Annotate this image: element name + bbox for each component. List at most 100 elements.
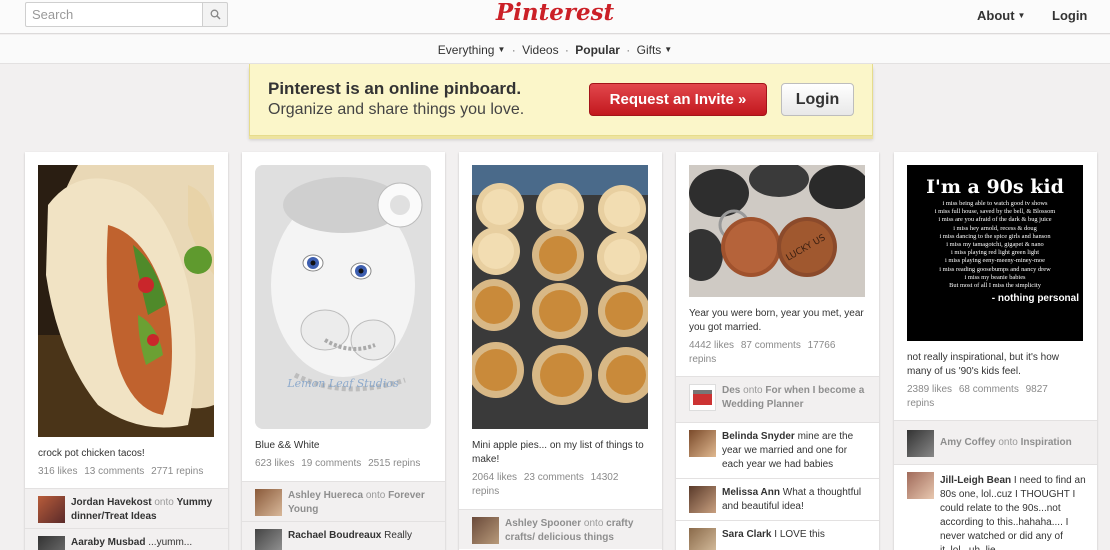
pinterest-logo[interactable]: Pinterest	[496, 0, 614, 26]
pin-stats: 316 likes 13 comments 2771 repins	[38, 465, 216, 479]
user-name[interactable]: Jill-Leigh Bean	[940, 475, 1011, 486]
avatar[interactable]	[689, 430, 716, 457]
comments-count[interactable]: 13 comments	[84, 466, 144, 477]
pin-stats: 2064 likes 23 comments 14302 repins	[472, 471, 622, 499]
pin-activity: Ashley Huereca onto Forever Young Rachae…	[242, 481, 445, 550]
top-header: Pinterest About▼ Login	[0, 0, 1110, 34]
pin-card[interactable]: Mini apple pies... on my list of things …	[459, 152, 662, 550]
avatar[interactable]	[689, 528, 716, 550]
activity-row: Jill-Leigh Bean I need to find an 80s on…	[894, 464, 1097, 550]
nav-popular[interactable]: Popular	[575, 43, 620, 57]
onto-label: onto	[998, 437, 1018, 448]
comments-count[interactable]: 68 comments	[959, 384, 1019, 395]
pin-activity: Ashley Spooner onto crafty crafts/ delic…	[459, 509, 662, 549]
image-watermark: Lemon Leaf Studios	[286, 377, 399, 390]
activity-row: Ashley Spooner onto crafty crafts/ delic…	[459, 509, 662, 549]
pin-card[interactable]: Lemon Leaf Studios Blue && White 623 lik…	[242, 152, 445, 550]
activity-row: Jordan Havekost onto Yummy dinner/Treat …	[25, 488, 228, 528]
activity-row: Rachael Boudreaux Really	[242, 521, 445, 550]
pin-image[interactable]: I'm a 90s kid i miss being able to watch…	[907, 165, 1083, 341]
activity-row: Des onto For when I become a Wedding Pla…	[676, 376, 879, 422]
poster-title: I'm a 90s kid	[926, 176, 1064, 198]
nav-separator: ·	[511, 43, 516, 57]
likes-count[interactable]: 316 likes	[38, 466, 77, 477]
pin-image[interactable]	[38, 165, 214, 437]
about-label: About	[977, 8, 1015, 23]
board-name[interactable]: Inspiration	[1021, 437, 1072, 448]
repins-count[interactable]: 2515 repins	[368, 458, 420, 469]
poster-line: i miss being able to watch good tv shows	[942, 200, 1048, 207]
comment-text: Really	[384, 530, 412, 541]
poster-signature: - nothing personal	[991, 293, 1079, 305]
request-invite-button[interactable]: Request an Invite »	[589, 83, 767, 116]
user-name[interactable]: Aaraby Musbad	[71, 537, 145, 548]
poster-line: i miss my beanie babies	[964, 273, 1026, 281]
pin-card[interactable]: LUCKY US Year you were born, year you me…	[676, 152, 879, 550]
user-name[interactable]: Belinda Snyder	[722, 431, 795, 442]
likes-count[interactable]: 4442 likes	[689, 340, 734, 351]
pin-activity: Des onto For when I become a Wedding Pla…	[676, 376, 879, 550]
avatar[interactable]	[38, 536, 65, 550]
poster-line: i miss my tamagotchi, gigapet & nano	[946, 241, 1044, 249]
chevron-down-icon: ▼	[664, 45, 673, 54]
comments-count[interactable]: 23 comments	[524, 472, 584, 483]
pin-image[interactable]	[472, 165, 648, 429]
pin-stats: 623 likes 19 comments 2515 repins	[255, 457, 433, 471]
nav-everything[interactable]: Everything ▼	[438, 43, 506, 57]
nav-videos[interactable]: Videos	[522, 43, 558, 57]
poster-line: i miss hey arnold, recess & doug	[953, 224, 1037, 232]
onto-label: onto	[365, 490, 386, 501]
activity-row: Belinda Snyder mine are the year we marr…	[676, 422, 879, 478]
onto-label: onto	[154, 497, 174, 508]
about-menu[interactable]: About ▼	[977, 8, 1025, 23]
avatar[interactable]	[255, 489, 282, 516]
user-name[interactable]: Sara Clark	[722, 529, 771, 540]
comments-count[interactable]: 87 comments	[741, 340, 801, 351]
user-name[interactable]: Ashley Huereca	[288, 490, 363, 501]
user-name[interactable]: Amy Coffey	[940, 437, 996, 448]
likes-count[interactable]: 2064 likes	[472, 472, 517, 483]
onto-label: onto	[583, 518, 604, 529]
user-name[interactable]: Des	[722, 385, 740, 396]
avatar[interactable]	[907, 430, 934, 457]
pin-stats: 2389 likes 68 comments 9827 repins	[907, 383, 1057, 411]
avatar[interactable]	[689, 486, 716, 513]
avatar[interactable]	[38, 496, 65, 523]
user-name[interactable]: Jordan Havekost	[71, 497, 152, 508]
nav-separator: ·	[564, 43, 569, 57]
nav-separator: ·	[626, 43, 631, 57]
pin-image[interactable]: LUCKY US	[689, 165, 865, 297]
avatar[interactable]	[472, 517, 499, 544]
comments-count[interactable]: 19 comments	[301, 458, 361, 469]
nav-gifts[interactable]: Gifts ▼	[637, 43, 673, 57]
chevron-down-icon: ▼	[1017, 11, 1026, 20]
user-name[interactable]: Rachael Boudreaux	[288, 530, 381, 541]
pin-description: Blue && White	[255, 440, 320, 451]
comment-text: I need to find an 80s one, lol..cuz I TH…	[940, 475, 1086, 550]
user-name[interactable]: Ashley Spooner	[505, 518, 581, 529]
comment-text: I LOVE this	[774, 529, 825, 540]
pin-card[interactable]: crock pot chicken tacos! 316 likes 13 co…	[25, 152, 228, 550]
search-input[interactable]	[25, 2, 203, 27]
pin-description: Mini apple pies... on my list of things …	[472, 440, 644, 465]
pin-card[interactable]: I'm a 90s kid i miss being able to watch…	[894, 152, 1097, 550]
pin-activity: Jordan Havekost onto Yummy dinner/Treat …	[25, 488, 228, 550]
user-name[interactable]: Melissa Ann	[722, 487, 780, 498]
pin-description: crock pot chicken tacos!	[38, 448, 145, 459]
pin-image[interactable]: Lemon Leaf Studios	[255, 165, 431, 429]
poster-line: i miss reading goosebumps and nancy drew	[939, 265, 1051, 273]
likes-count[interactable]: 623 likes	[255, 458, 294, 469]
avatar[interactable]	[255, 529, 282, 550]
banner-login-button[interactable]: Login	[781, 83, 854, 116]
header-login-link[interactable]: Login	[1052, 8, 1087, 23]
likes-count[interactable]: 2389 likes	[907, 384, 952, 395]
avatar[interactable]	[689, 384, 716, 411]
poster-line: i miss playing red light green light	[950, 249, 1040, 257]
intro-banner: Pinterest is an online pinboard. Organiz…	[249, 64, 873, 136]
comment-text: ...yumm...	[148, 537, 193, 548]
avatar[interactable]	[907, 472, 934, 499]
activity-row: Amy Coffey onto Inspiration	[894, 420, 1097, 464]
repins-count[interactable]: 2771 repins	[151, 466, 203, 477]
search-button[interactable]	[203, 2, 228, 27]
banner-subtitle: Organize and share things you love.	[268, 101, 525, 118]
